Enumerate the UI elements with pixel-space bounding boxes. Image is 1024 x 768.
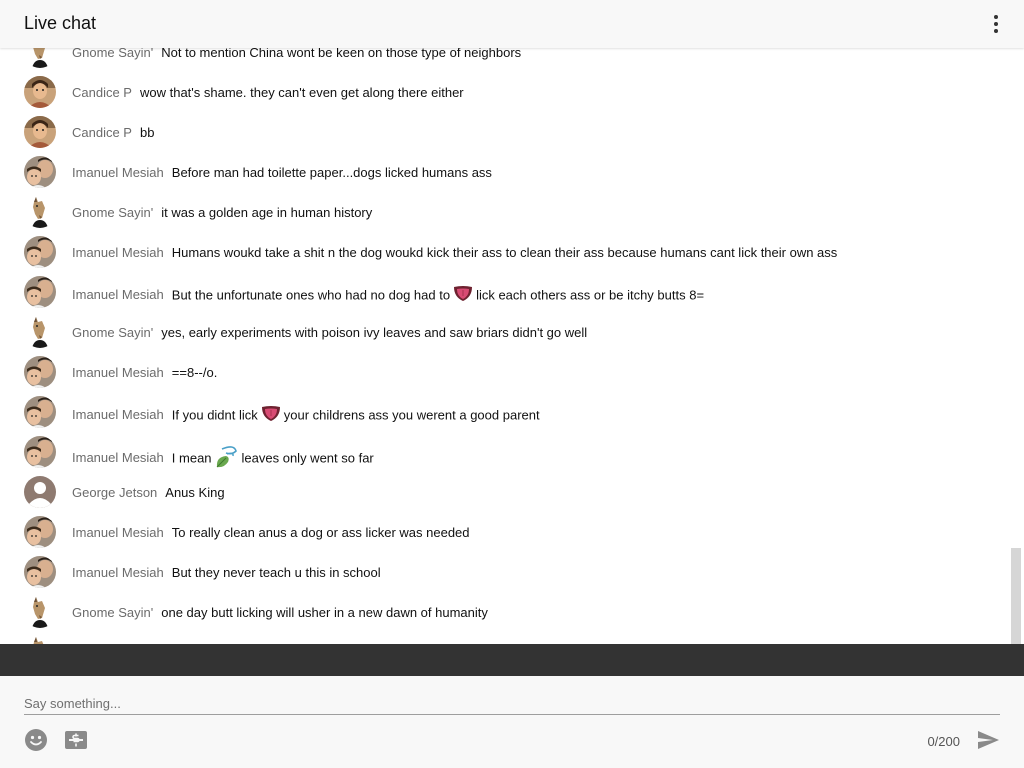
message-text: ==8--/o. xyxy=(171,365,218,380)
message-text: yes, early experiments with poison ivy l… xyxy=(161,325,588,340)
message-line: Gnome Sayin' yes, early experiments with … xyxy=(72,325,587,341)
message-text: Not to mention China wont be keen on tho… xyxy=(161,48,522,60)
message-text: your childrens ass you werent a good par… xyxy=(283,407,540,423)
message-author[interactable]: Imanuel Mesiah xyxy=(72,365,164,380)
chat-message[interactable]: Imanuel Mesiah ==8--/o. xyxy=(0,348,1008,388)
message-text: To really clean anus a dog or ass licker… xyxy=(171,525,470,540)
message-text: I mean xyxy=(171,450,212,466)
message-line: Imanuel Mesiah But they never teach u thi… xyxy=(72,565,381,581)
character-counter: 0/200 xyxy=(927,734,960,749)
message-line: Imanuel Mesiah To really clean anus a dog… xyxy=(72,525,470,541)
message-line: Imanuel Mesiah Before man had toilette pa… xyxy=(72,165,492,181)
imanuel-photo-avatar[interactable] xyxy=(24,356,56,388)
message-author[interactable]: Imanuel Mesiah xyxy=(72,525,164,540)
message-author[interactable]: Gnome Sayin' xyxy=(72,325,153,340)
message-line: Gnome Sayin' one day butt licking will us… xyxy=(72,605,488,621)
horse-mask-avatar[interactable] xyxy=(24,48,56,68)
chat-composer: 0/200 xyxy=(0,676,1024,768)
message-author[interactable]: Gnome Sayin' xyxy=(72,205,153,220)
imanuel-photo-avatar[interactable] xyxy=(24,556,56,588)
chat-message[interactable]: George Jetson Anus King xyxy=(0,468,1008,508)
message-line: Gnome Sayin' Not to mention China wont be… xyxy=(72,48,521,61)
imanuel-photo-avatar[interactable] xyxy=(24,156,56,188)
chat-message-partial[interactable] xyxy=(0,628,1008,644)
chat-message[interactable]: Gnome Sayin' one day butt licking will us… xyxy=(0,588,1008,628)
horse-mask-avatar[interactable] xyxy=(24,316,56,348)
candice-photo-avatar[interactable] xyxy=(24,116,56,148)
chat-message-list[interactable]: Gnome Sayin' Not to mention China wont be… xyxy=(0,48,1024,644)
message-input[interactable] xyxy=(24,692,1000,715)
horse-mask-avatar[interactable] xyxy=(24,636,56,644)
message-author[interactable]: Candice P xyxy=(72,85,132,100)
message-author[interactable]: Gnome Sayin' xyxy=(72,48,153,60)
chat-message[interactable]: Imanuel Mesiah Before man had toilette pa… xyxy=(0,148,1008,188)
message-text: But they never teach u this in school xyxy=(171,565,381,580)
imanuel-photo-avatar[interactable] xyxy=(24,396,56,428)
chat-message[interactable]: Imanuel Mesiah If you didnt lick your chi… xyxy=(0,388,1008,428)
horse-mask-avatar[interactable] xyxy=(24,196,56,228)
message-line: George Jetson Anus King xyxy=(72,485,225,501)
header-title: Live chat xyxy=(24,13,97,33)
message-author[interactable]: Imanuel Mesiah xyxy=(72,450,164,465)
message-line: Imanuel Mesiah Humans woukd take a shit n… xyxy=(72,245,837,261)
message-author[interactable]: George Jetson xyxy=(72,485,157,500)
smiley-icon[interactable] xyxy=(24,728,48,752)
imanuel-photo-avatar[interactable] xyxy=(24,276,56,308)
message-text: one day butt licking will usher in a new… xyxy=(161,605,488,620)
message-line: Imanuel Mesiah ==8--/o. xyxy=(72,365,217,381)
chat-message[interactable]: Imanuel Mesiah But the unfortunate ones w… xyxy=(0,268,1008,308)
chat-scrollbar[interactable] xyxy=(1011,548,1021,644)
message-text: it was a golden age in human history xyxy=(161,205,373,220)
message-text: If you didnt lick xyxy=(171,407,258,423)
message-text: Anus King xyxy=(165,485,225,500)
chat-message[interactable]: Imanuel Mesiah I mean leaves only went so… xyxy=(0,428,1008,468)
chat-message[interactable]: Gnome Sayin' yes, early experiments with … xyxy=(0,308,1008,348)
message-text: bb xyxy=(139,125,155,140)
message-text: Before man had toilette paper...dogs lic… xyxy=(171,165,492,180)
horse-mask-avatar[interactable] xyxy=(24,596,56,628)
message-line: Gnome Sayin' it was a golden age in human… xyxy=(72,205,372,221)
imanuel-photo-avatar[interactable] xyxy=(24,516,56,548)
more-vert-icon[interactable] xyxy=(984,12,1008,36)
message-text: But the unfortunate ones who had no dog … xyxy=(171,287,451,303)
tongue-emoji xyxy=(260,405,282,427)
message-author[interactable]: Imanuel Mesiah xyxy=(72,407,164,422)
message-author[interactable]: Gnome Sayin' xyxy=(72,605,153,620)
message-text: wow that's shame. they can't even get al… xyxy=(139,85,464,100)
message-author[interactable]: Imanuel Mesiah xyxy=(72,287,164,302)
chat-message[interactable]: Imanuel Mesiah But they never teach u thi… xyxy=(0,548,1008,588)
chat-message[interactable]: Gnome Sayin' it was a golden age in human… xyxy=(0,188,1008,228)
chat-header: Live chat xyxy=(0,0,1024,48)
chat-message[interactable]: Candice P bb xyxy=(0,108,1008,148)
message-author[interactable]: Imanuel Mesiah xyxy=(72,245,164,260)
send-icon[interactable] xyxy=(976,728,1000,752)
message-line: Candice P bb xyxy=(72,125,154,141)
message-text: Humans woukd take a shit n the dog woukd… xyxy=(171,245,838,260)
chat-message[interactable]: Candice P wow that's shame. they can't ev… xyxy=(0,68,1008,108)
message-text: leaves only went so far xyxy=(241,450,374,466)
imanuel-photo-avatar[interactable] xyxy=(24,436,56,468)
chat-message[interactable]: Imanuel Mesiah Humans woukd take a shit n… xyxy=(0,228,1008,268)
message-text: lick each others ass or be itchy butts 8… xyxy=(476,287,705,303)
chat-divider-bar xyxy=(0,644,1024,676)
message-line: Candice P wow that's shame. they can't ev… xyxy=(72,85,464,101)
message-line: Imanuel Mesiah If you didnt lick your chi… xyxy=(72,405,540,427)
chat-message[interactable]: Gnome Sayin' Not to mention China wont be… xyxy=(0,48,1008,68)
chat-message[interactable]: Imanuel Mesiah To really clean anus a dog… xyxy=(0,508,1008,548)
imanuel-photo-avatar[interactable] xyxy=(24,236,56,268)
super-chat-dollar-icon[interactable] xyxy=(64,728,88,752)
message-author[interactable]: Candice P xyxy=(72,125,132,140)
default-person-avatar[interactable] xyxy=(24,476,56,508)
candice-photo-avatar[interactable] xyxy=(24,76,56,108)
message-line: Imanuel Mesiah But the unfortunate ones w… xyxy=(72,285,704,307)
tongue-emoji xyxy=(452,285,474,307)
message-author[interactable]: Imanuel Mesiah xyxy=(72,565,164,580)
message-author[interactable]: Imanuel Mesiah xyxy=(72,165,164,180)
